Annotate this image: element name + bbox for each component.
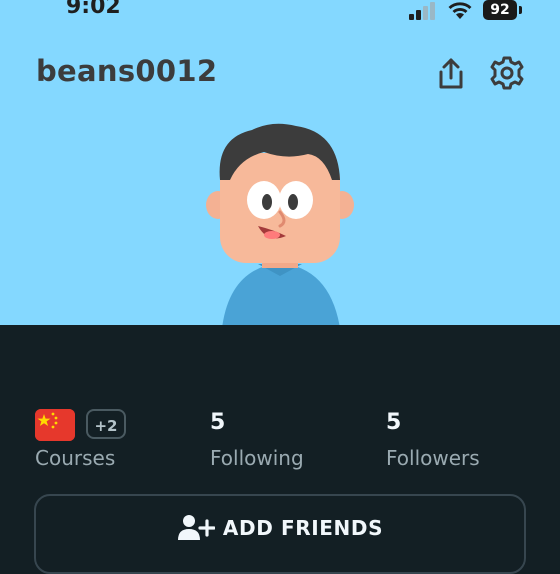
add-friend-icon xyxy=(177,515,215,540)
profile-username: beans0012 xyxy=(36,54,218,88)
gear-icon[interactable] xyxy=(488,54,526,92)
more-courses-badge[interactable]: +2 xyxy=(86,409,126,439)
courses-label: Courses xyxy=(35,446,116,470)
course-flag-china[interactable] xyxy=(35,409,75,441)
following-label[interactable]: Following xyxy=(210,446,304,470)
battery-tip xyxy=(519,6,522,14)
avatar[interactable] xyxy=(200,118,360,325)
status-time: 9:02 xyxy=(66,0,121,19)
profile-header: 9:02 92 beans0012 xyxy=(0,0,560,325)
wifi-icon xyxy=(448,2,472,19)
following-count[interactable]: 5 xyxy=(210,410,225,435)
followers-count[interactable]: 5 xyxy=(386,410,401,435)
followers-label[interactable]: Followers xyxy=(386,446,480,470)
add-friends-button[interactable]: ADD FRIENDS xyxy=(34,494,526,574)
add-friends-label: ADD FRIENDS xyxy=(222,516,384,540)
china-flag-icon xyxy=(35,409,75,441)
battery-indicator: 92 xyxy=(483,0,517,20)
cellular-signal-icon xyxy=(409,2,435,20)
share-icon[interactable] xyxy=(433,56,469,92)
